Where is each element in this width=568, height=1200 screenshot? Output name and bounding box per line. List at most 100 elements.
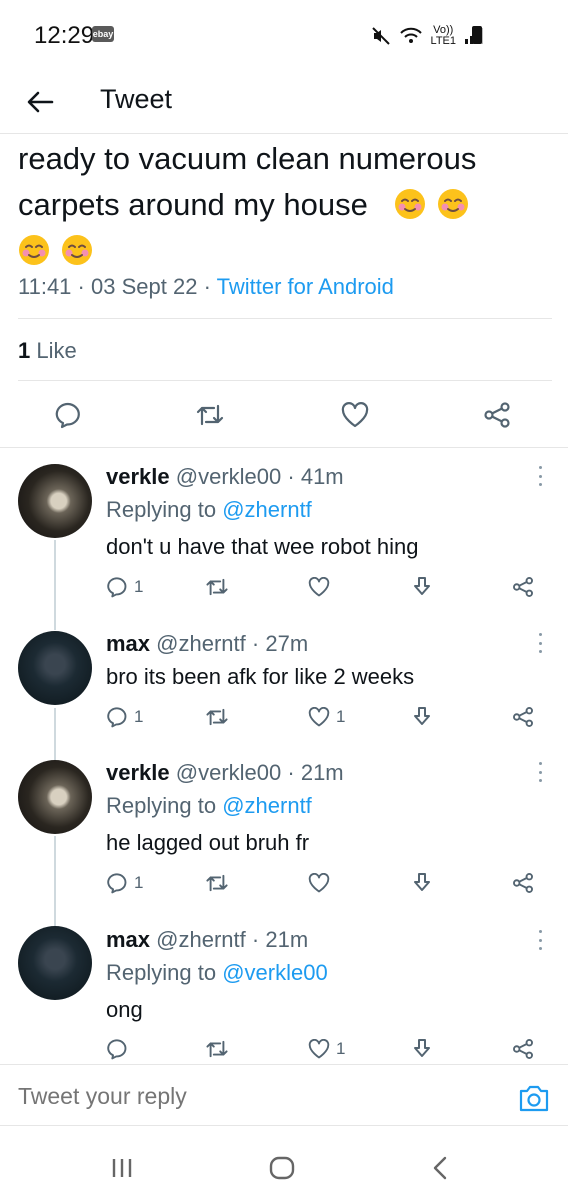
reply-button[interactable]: 1 (106, 572, 143, 602)
reply-age: 21m (300, 760, 344, 785)
system-back-button[interactable] (420, 1150, 460, 1186)
reply-button[interactable] (106, 1034, 134, 1064)
like-icon (308, 577, 330, 597)
display-name[interactable]: verkle (106, 760, 170, 785)
download-button[interactable] (412, 702, 432, 732)
meta-separator: · (287, 760, 295, 785)
user-handle[interactable]: @verkle00 (176, 464, 282, 489)
more-options-icon[interactable] (532, 760, 548, 784)
retweet-button[interactable] (205, 868, 229, 898)
replying-to-handle[interactable]: @zherntf (222, 497, 312, 522)
replying-to-handle[interactable]: @zherntf (222, 793, 312, 818)
like-button[interactable] (308, 572, 336, 602)
reply-actions: 1 (0, 868, 568, 898)
display-name[interactable]: max (106, 631, 150, 656)
divider (0, 447, 568, 448)
avatar[interactable] (18, 926, 92, 1000)
reply-actions: 1 1 (0, 702, 568, 732)
home-button[interactable] (262, 1150, 302, 1186)
reply-button[interactable] (46, 393, 90, 437)
tweet-time: 11:41 (18, 274, 72, 299)
share-icon (513, 1039, 533, 1059)
like-icon (308, 707, 330, 727)
avatar[interactable] (18, 760, 92, 834)
reply-text: ong (106, 997, 143, 1022)
likes-count-link[interactable]: 1 Like (18, 338, 77, 364)
status-bar: 12:29 ebay Vo)) LTE1 (0, 0, 568, 70)
like-button[interactable] (333, 393, 377, 437)
more-options-icon[interactable] (532, 464, 548, 488)
avatar[interactable] (18, 631, 92, 705)
volte-indicator: Vo)) LTE1 (431, 25, 456, 47)
download-button[interactable] (412, 572, 432, 602)
share-button[interactable] (512, 1034, 534, 1064)
share-button[interactable] (512, 572, 534, 602)
download-button[interactable] (412, 868, 432, 898)
reply-actions: 1 (0, 1034, 568, 1064)
download-button[interactable] (412, 1034, 432, 1064)
share-button[interactable] (512, 702, 534, 732)
reply-text: don't u have that wee robot hing (106, 534, 419, 559)
meta-separator: · (251, 927, 260, 952)
display-name[interactable]: verkle (106, 464, 170, 489)
main-tweet-body: ready to vacuum clean numerous carpets a… (18, 136, 552, 274)
user-handle[interactable]: @zherntf (156, 631, 246, 656)
reply-actions: 1 (0, 572, 568, 602)
meta-separator: · (287, 464, 295, 489)
reply-count: 1 (134, 707, 144, 726)
wifi-icon (399, 27, 422, 43)
user-handle[interactable]: @verkle00 (176, 760, 282, 785)
reply-text: bro its been afk for like 2 weeks (106, 664, 415, 689)
app-header: Tweet (0, 70, 568, 134)
reply-count: 1 (134, 873, 144, 892)
replying-prefix: Replying to (106, 960, 217, 985)
recent-apps-icon (112, 1159, 132, 1177)
meta-separator: · (251, 631, 260, 656)
tweet-action-bar (0, 393, 568, 437)
tweet-source-link[interactable]: Twitter for Android (217, 274, 394, 299)
reply-button[interactable]: 1 (106, 702, 143, 732)
user-handle[interactable]: @zherntf (156, 927, 246, 952)
like-button[interactable]: 1 (308, 1034, 345, 1064)
share-icon (513, 707, 533, 727)
avatar[interactable] (18, 464, 92, 538)
retweet-icon (206, 578, 228, 596)
tweet-meta: 11:41 · 03 Sept 22 · Twitter for Android (18, 274, 394, 300)
download-icon (414, 1039, 430, 1057)
share-button[interactable] (512, 868, 534, 898)
display-name[interactable]: max (106, 927, 150, 952)
home-icon (269, 1156, 295, 1180)
retweet-button[interactable] (205, 1034, 229, 1064)
more-options-icon[interactable] (532, 928, 548, 952)
reply-icon (107, 707, 127, 728)
lte-label: LTE1 (430, 35, 456, 47)
status-time: 12:29 (34, 22, 95, 49)
tweet-date: 03 Sept 22 (91, 274, 198, 299)
retweet-button[interactable] (205, 572, 229, 602)
recent-apps-button[interactable] (102, 1150, 142, 1186)
retweet-button[interactable] (188, 393, 232, 437)
reply-age: 21m (265, 927, 309, 952)
reply-button[interactable]: 1 (106, 868, 143, 898)
more-options-icon[interactable] (532, 631, 548, 655)
share-button[interactable] (475, 393, 519, 437)
replying-to-handle[interactable]: @verkle00 (222, 960, 328, 985)
reply-header: verkle @verkle00 · 41m (106, 464, 344, 490)
reply-composer (0, 1064, 568, 1126)
retweet-button[interactable] (205, 702, 229, 732)
like-count: 1 (336, 1039, 346, 1058)
likes-label: Like (36, 338, 77, 363)
camera-button[interactable] (518, 1083, 550, 1113)
back-button[interactable] (22, 84, 58, 120)
camera-icon (519, 1085, 549, 1112)
like-button[interactable]: 1 (308, 702, 345, 732)
reply-input[interactable] (18, 1083, 478, 1110)
retweet-icon (206, 1040, 228, 1058)
replying-to: Replying to @zherntf (106, 497, 312, 523)
share-icon (513, 873, 533, 893)
chevron-left-icon (433, 1156, 447, 1180)
reply-age: 27m (265, 631, 309, 656)
like-button[interactable] (308, 868, 336, 898)
retweet-icon (196, 404, 224, 426)
mute-icon (371, 27, 390, 45)
